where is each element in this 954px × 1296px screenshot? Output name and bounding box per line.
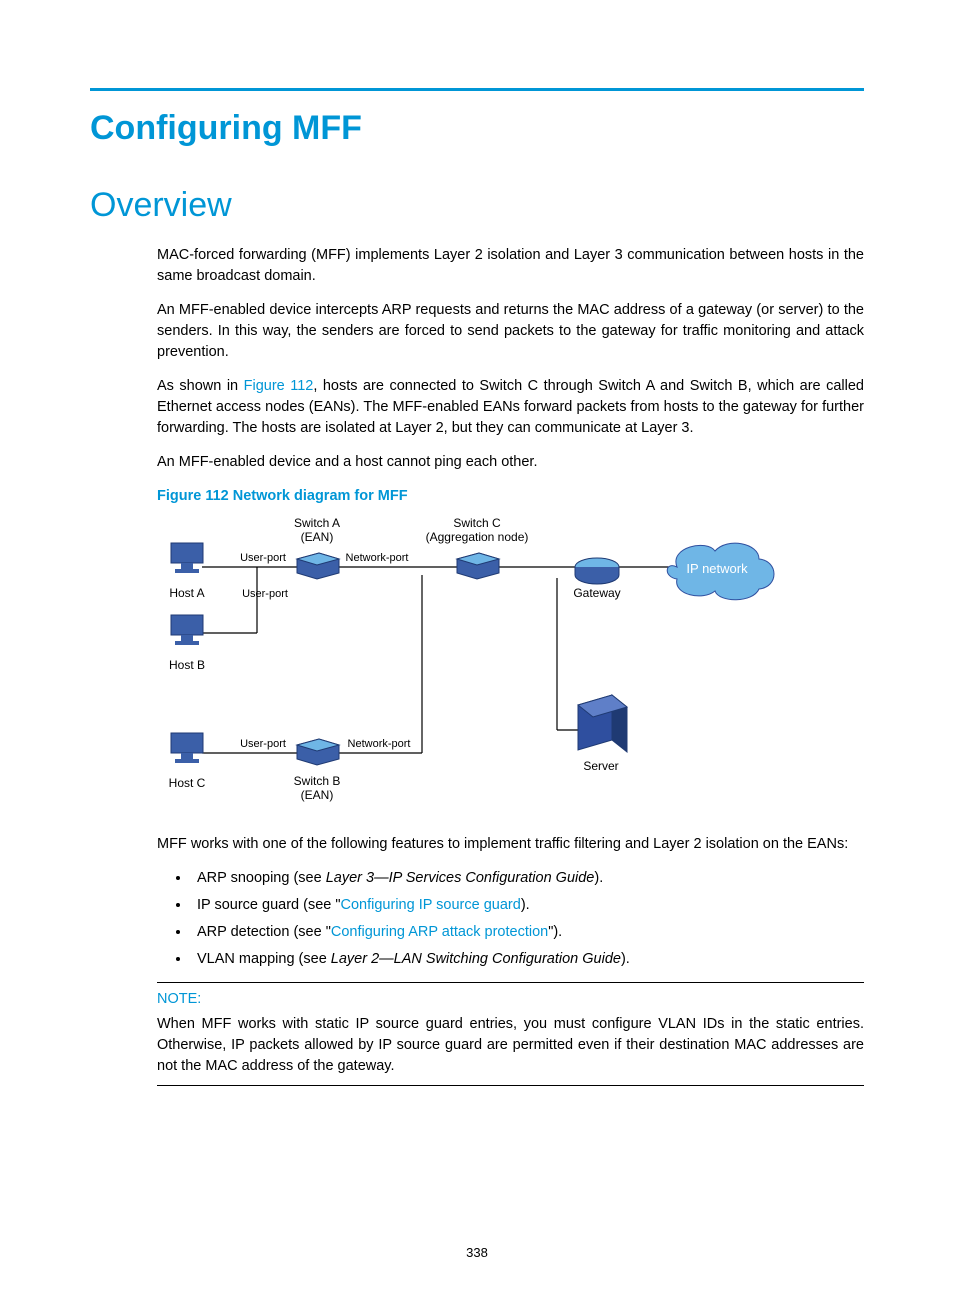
host-c-icon	[171, 733, 203, 763]
network-diagram: Host A Host B Host C	[157, 515, 864, 822]
host-b-icon	[171, 615, 203, 645]
switch-b-icon	[297, 739, 339, 765]
chapter-title: Configuring MFF	[90, 109, 864, 148]
networkport-1: Network-port	[346, 552, 409, 564]
switch-b-label1: Switch B	[294, 774, 341, 788]
link-arp-attack-protection[interactable]: Configuring ARP attack protection	[331, 924, 548, 940]
switch-a-label1: Switch A	[294, 516, 340, 530]
bullet-vlan-mapping: VLAN mapping (see Layer 2—LAN Switching …	[191, 949, 864, 970]
section-title: Overview	[90, 186, 864, 225]
para-5: MFF works with one of the following feat…	[157, 834, 864, 855]
para-4: An MFF-enabled device and a host cannot …	[157, 452, 864, 473]
networkport-2: Network-port	[348, 738, 411, 750]
host-a-label: Host A	[169, 586, 204, 600]
link-figure112[interactable]: Figure 112	[244, 378, 314, 394]
note-text: When MFF works with static IP source gua…	[157, 1014, 864, 1077]
page-number: 338	[0, 1245, 954, 1260]
switch-c-label2: (Aggregation node)	[426, 530, 529, 544]
userport-1: User-port	[240, 552, 286, 564]
switch-c-label1: Switch C	[453, 516, 501, 530]
host-b-label: Host B	[169, 658, 205, 672]
note-box: NOTE: When MFF works with static IP sour…	[157, 982, 864, 1086]
gateway-icon	[575, 558, 619, 584]
host-c-label: Host C	[169, 776, 206, 790]
switch-a-label2: (EAN)	[301, 530, 334, 544]
chapter-rule	[90, 88, 864, 91]
userport-3: User-port	[240, 738, 286, 750]
switch-b-label2: (EAN)	[301, 788, 334, 802]
bullet-ip-source-guard: IP source guard (see "Configuring IP sou…	[191, 895, 864, 916]
ip-network-label: IP network	[686, 561, 748, 576]
link-ip-source-guard[interactable]: Configuring IP source guard	[341, 897, 521, 913]
host-a-icon	[171, 543, 203, 573]
gateway-label: Gateway	[573, 586, 620, 600]
userport-2: User-port	[242, 588, 288, 600]
para-3: As shown in Figure 112, hosts are connec…	[157, 376, 864, 439]
figure-caption: Figure 112 Network diagram for MFF	[157, 486, 864, 507]
bullet-arp-snooping: ARP snooping (see Layer 3—IP Services Co…	[191, 868, 864, 889]
para-3a: As shown in	[157, 378, 244, 394]
para-1: MAC-forced forwarding (MFF) implements L…	[157, 245, 864, 287]
server-label: Server	[583, 759, 618, 773]
para-2: An MFF-enabled device intercepts ARP req…	[157, 300, 864, 363]
switch-a-icon	[297, 553, 339, 579]
bullet-arp-detection: ARP detection (see "Configuring ARP atta…	[191, 922, 864, 943]
note-label: NOTE:	[157, 989, 864, 1010]
feature-list: ARP snooping (see Layer 3—IP Services Co…	[157, 868, 864, 970]
server-icon	[578, 695, 627, 752]
switch-c-icon	[457, 553, 499, 579]
